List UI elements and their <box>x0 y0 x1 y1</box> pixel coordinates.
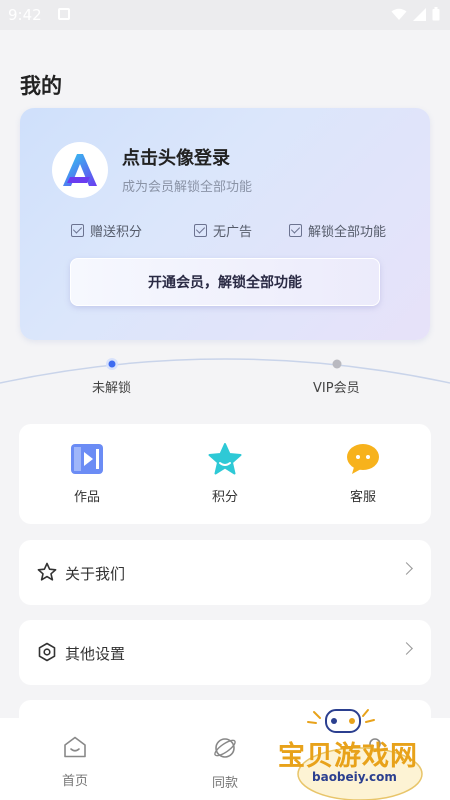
chat-bubble-icon <box>346 442 380 476</box>
star-points-icon <box>208 442 242 476</box>
planet-icon <box>214 738 236 758</box>
wifi-icon <box>391 8 407 20</box>
avatar[interactable] <box>52 142 108 198</box>
app-logo-icon <box>63 154 97 186</box>
shortcut-support[interactable]: 客服 <box>323 442 403 505</box>
home-icon <box>64 736 86 758</box>
shortcut-works[interactable]: 作品 <box>47 442 127 505</box>
status-bar: 9:42 <box>0 0 450 30</box>
tab-same-style[interactable]: 同款 <box>195 736 255 791</box>
chevron-right-icon <box>400 562 413 575</box>
level-label-vip: VIP会员 <box>313 381 360 396</box>
works-icon <box>70 442 104 476</box>
chevron-right-icon <box>400 642 413 655</box>
level-label-current: 未解锁 <box>92 381 132 396</box>
menu-label: 关于我们 <box>65 565 126 583</box>
tab-label: 首页 <box>61 774 88 789</box>
menu-item-about[interactable]: 关于我们 <box>19 540 431 605</box>
login-subtitle: 成为会员解锁全部功能 <box>122 180 253 195</box>
page-title: 我的 <box>20 74 62 98</box>
open-vip-button[interactable]: 开通会员，解锁全部功能 <box>70 258 380 306</box>
star-outline-icon <box>37 562 57 586</box>
menu-item-settings[interactable]: 其他设置 <box>19 620 431 685</box>
shortcut-card: 作品 积分 客服 <box>19 424 431 524</box>
level-progress-track <box>0 358 450 384</box>
menu-label: 其他设置 <box>65 645 126 663</box>
notification-icon <box>58 8 70 20</box>
shortcut-label: 积分 <box>211 490 238 505</box>
shortcut-label: 客服 <box>349 490 376 505</box>
level-marker-vip <box>332 359 342 369</box>
checkbox-icon <box>289 224 302 237</box>
perk-label: 赠送积分 <box>90 225 143 240</box>
perk-item: 赠送积分 <box>71 221 142 240</box>
perk-label: 无广告 <box>213 225 253 240</box>
watermark-url: baobeiy.com <box>312 770 397 784</box>
status-time: 9:42 <box>8 6 42 24</box>
perk-item: 解锁全部功能 <box>289 221 386 240</box>
perk-label: 解锁全部功能 <box>308 225 387 240</box>
status-indicators <box>391 7 440 21</box>
shortcut-label: 作品 <box>73 490 100 505</box>
checkbox-icon <box>71 224 84 237</box>
checkbox-icon <box>194 224 207 237</box>
perk-item: 无广告 <box>194 221 252 240</box>
login-title[interactable]: 点击头像登录 <box>122 144 230 170</box>
watermark: 宝贝游戏网 baobeiy.com <box>268 704 450 800</box>
member-card: 点击头像登录 成为会员解锁全部功能 赠送积分 无广告 解锁全部功能 开通会员，解… <box>20 108 430 340</box>
shortcut-points[interactable]: 积分 <box>185 442 265 505</box>
tab-label: 同款 <box>211 776 238 791</box>
watermark-text: 宝贝游戏网 <box>278 741 418 772</box>
battery-icon <box>432 7 440 21</box>
tab-home[interactable]: 首页 <box>45 736 105 789</box>
signal-icon <box>413 7 426 21</box>
settings-hexagon-icon <box>37 642 57 666</box>
